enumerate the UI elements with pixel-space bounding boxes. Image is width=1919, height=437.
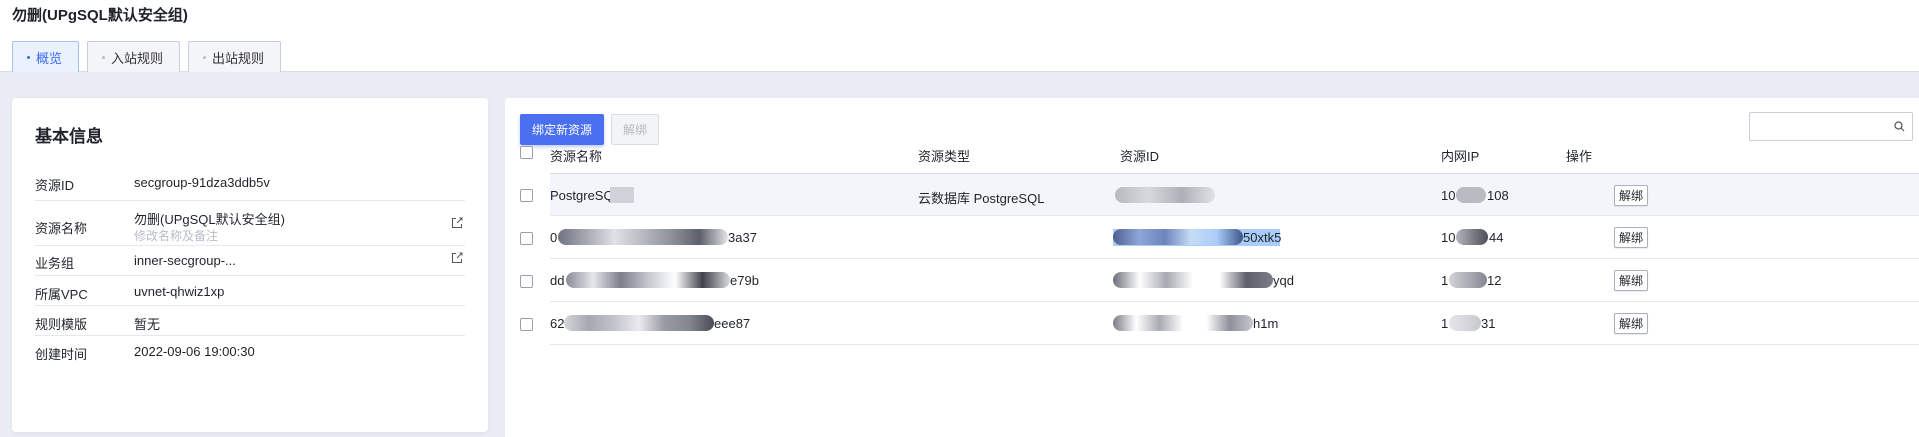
resource-name-prefix: 0 [550, 230, 558, 245]
redacted-block [610, 187, 634, 203]
info-row-created-time: 创建时间 2022-09-06 19:00:30 [35, 336, 465, 366]
search-input[interactable] [1750, 113, 1890, 140]
resource-id-suffix: yqd [1273, 273, 1294, 288]
info-value: inner-secgroup-... [134, 253, 236, 268]
bind-new-resource-button[interactable]: 绑定新资源 [520, 114, 604, 145]
tab-inbound-rules[interactable]: 入站规则 [87, 41, 181, 72]
redacted-block [1449, 315, 1481, 331]
tab-outbound-rules[interactable]: 出站规则 [188, 41, 282, 72]
tab-bar: 概览 入站规则 出站规则 [12, 41, 282, 72]
ip-prefix: 1 [1441, 273, 1449, 288]
tab-overview[interactable]: 概览 [12, 41, 80, 72]
redacted-block [1449, 272, 1487, 288]
search-box[interactable] [1749, 112, 1913, 141]
col-header-ip: 内网IP [1441, 149, 1480, 164]
ip-suffix: 31 [1481, 316, 1496, 331]
resource-name-suffix: eee87 [714, 316, 751, 331]
redacted-block [1113, 315, 1253, 331]
row-checkbox[interactable] [520, 189, 533, 202]
resource-name-suffix: 3a37 [728, 230, 757, 245]
redacted-block [1115, 187, 1215, 203]
redacted-block [558, 229, 728, 245]
tab-dot-icon [102, 55, 106, 59]
info-label: 规则模版 [35, 317, 88, 332]
redacted-block [1456, 229, 1488, 245]
info-label: 所属VPC [35, 287, 88, 302]
ip-prefix: 10 [1441, 188, 1456, 203]
col-header-action: 操作 [1566, 149, 1593, 164]
tab-dot-icon [27, 55, 30, 59]
resource-name-prefix: dd [550, 273, 565, 288]
resource-name: PostgreSQ [550, 188, 614, 203]
redacted-block [1456, 187, 1486, 203]
ip-prefix: 1 [1441, 316, 1449, 331]
info-value: uvnet-qhwiz1xp [134, 284, 225, 299]
col-header-id: 资源ID [1120, 149, 1160, 164]
tab-label: 概览 [36, 50, 63, 66]
basic-info-card: 基本信息 资源ID secgroup-91dza3ddb5v 资源名称 勿删(U… [12, 98, 488, 432]
tab-label: 出站规则 [212, 50, 265, 66]
info-label: 资源名称 [35, 221, 88, 236]
tab-label: 入站规则 [111, 50, 164, 66]
row-unbind-button[interactable]: 解绑 [1614, 313, 1648, 334]
row-unbind-button[interactable]: 解绑 [1614, 227, 1648, 248]
table-row: 0 3a37 50xtk5 10 44 解绑 [550, 216, 1919, 259]
info-value: 暂无 [134, 317, 161, 332]
table-row: dd e79b yqd 1 12 解绑 [550, 259, 1919, 302]
redacted-block [564, 315, 714, 331]
unbind-button[interactable]: 解绑 [611, 114, 659, 145]
row-unbind-button[interactable]: 解绑 [1614, 270, 1648, 291]
info-value: 勿删(UPgSQL默认安全组) [134, 212, 285, 227]
col-header-name: 资源名称 [550, 149, 603, 164]
redacted-block [1113, 229, 1243, 245]
ip-suffix: 44 [1489, 230, 1504, 245]
resource-panel: 绑定新资源 解绑 资源名称 资源类型 资源ID 内网IP 操作 PostgreS… [505, 98, 1919, 437]
info-row-business-group: 业务组 inner-secgroup-... [35, 246, 465, 276]
info-row-resource-name: 资源名称 勿删(UPgSQL默认安全组) 修改名称及备注 [35, 201, 465, 246]
resource-id-suffix: 50xtk5 [1243, 230, 1282, 245]
basic-info-title: 基本信息 [35, 127, 103, 146]
row-checkbox[interactable] [520, 318, 533, 331]
info-label: 创建时间 [35, 347, 88, 362]
resource-id-suffix: h1m [1253, 316, 1279, 331]
info-row-vpc: 所属VPC uvnet-qhwiz1xp [35, 276, 465, 306]
info-row-rule-template: 规则模版 暂无 [35, 306, 465, 336]
search-icon[interactable] [1894, 121, 1905, 132]
col-header-type: 资源类型 [918, 149, 971, 164]
edit-icon[interactable] [451, 217, 463, 229]
row-unbind-button[interactable]: 解绑 [1614, 185, 1648, 206]
resource-name-suffix: e79b [730, 273, 759, 288]
ip-suffix: 12 [1487, 273, 1502, 288]
select-all-checkbox[interactable] [520, 146, 533, 159]
resource-type: 云数据库 PostgreSQL [918, 191, 1045, 206]
redacted-block [566, 272, 730, 288]
table-row: PostgreSQ 云数据库 PostgreSQL 10 108 解绑 [550, 173, 1919, 216]
edit-hint: 修改名称及备注 [134, 229, 219, 243]
resource-name-prefix: 62 [550, 316, 565, 331]
tab-dot-icon [203, 55, 207, 59]
info-row-resource-id: 资源ID secgroup-91dza3ddb5v [35, 164, 465, 201]
row-checkbox[interactable] [520, 275, 533, 288]
edit-icon[interactable] [451, 252, 463, 264]
info-value: 2022-09-06 19:00:30 [134, 344, 255, 359]
ip-prefix: 10 [1441, 230, 1456, 245]
info-label: 业务组 [35, 256, 75, 271]
page-title: 勿删(UPgSQL默认安全组) [12, 7, 188, 24]
info-value: secgroup-91dza3ddb5v [134, 175, 270, 190]
top-header: 勿删(UPgSQL默认安全组) 概览 入站规则 出站规则 [0, 0, 1919, 72]
table-row: 62 eee87 h1m 1 31 解绑 [550, 302, 1919, 345]
info-label: 资源ID [35, 178, 75, 193]
row-checkbox[interactable] [520, 232, 533, 245]
redacted-block [1113, 272, 1273, 288]
ip-suffix: 108 [1487, 188, 1509, 203]
